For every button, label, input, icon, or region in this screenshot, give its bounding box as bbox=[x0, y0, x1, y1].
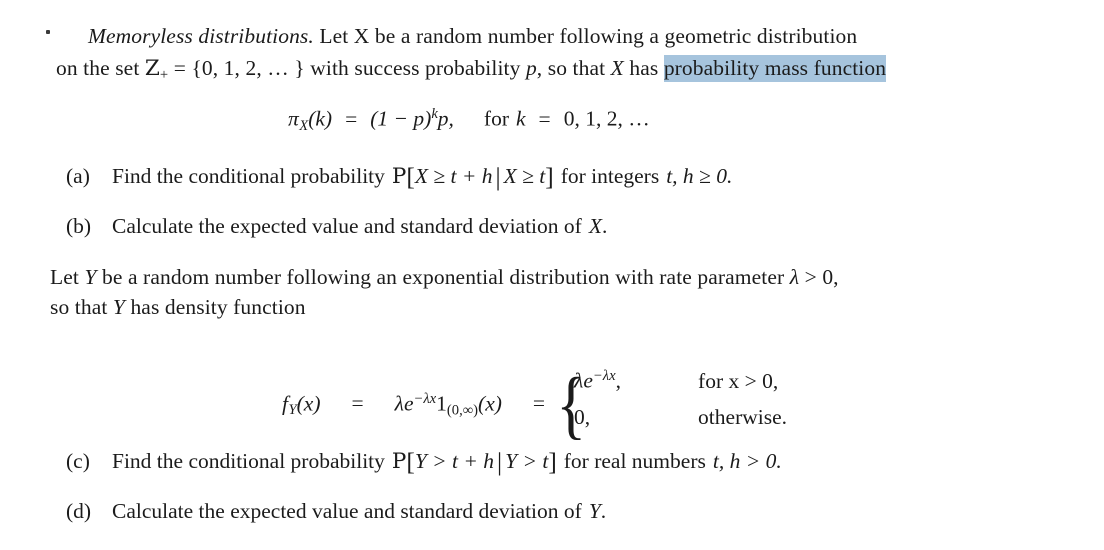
case-2-condition: otherwise. bbox=[698, 405, 788, 429]
random-variable-x: X bbox=[610, 56, 624, 80]
density-argument: (x) bbox=[296, 391, 321, 416]
item-b-body: Calculate the expected value and standar… bbox=[112, 211, 607, 241]
case-row-positive: λe−λx, for x > 0, bbox=[574, 368, 787, 405]
item-c-body: Find the conditional probability P[Y > t … bbox=[112, 446, 782, 477]
case-1-value: λe−λx, bbox=[574, 368, 660, 394]
exponential-paragraph-line1: Let Y be a random number following an ex… bbox=[50, 261, 1070, 293]
exercise-item-d: (d) Calculate the expected value and sta… bbox=[66, 496, 606, 526]
item-b-text: Calculate the expected value and standar… bbox=[112, 214, 582, 238]
pmf-condition-equals: = bbox=[538, 106, 551, 131]
indicator-subscript: (0,∞) bbox=[446, 402, 479, 419]
exercise-item-a: (a) Find the conditional probability P[X … bbox=[66, 161, 732, 192]
has-text: has bbox=[623, 56, 664, 80]
cases-block: { λe−λx, for x > 0, 0, otherwise. bbox=[556, 363, 788, 447]
exercise-item-c: (c) Find the conditional probability P[Y … bbox=[66, 446, 782, 477]
item-d-period: . bbox=[600, 499, 607, 523]
intro-line1-text: Let X be a random number following a geo… bbox=[313, 24, 858, 48]
item-d-body: Calculate the expected value and standar… bbox=[112, 496, 606, 526]
equation-pmf: πX(k) = (1 − p)kp, for k = 0, 1, 2, … bbox=[288, 106, 650, 135]
item-c-text-before: Find the conditional probability bbox=[112, 449, 385, 473]
item-b-variable: X bbox=[588, 214, 602, 238]
selected-text-highlight[interactable]: probability mass function bbox=[663, 55, 887, 82]
pmf-equals: = bbox=[345, 106, 358, 131]
item-a-event-given: X ≥ t bbox=[503, 164, 546, 188]
pmf-subscript: X bbox=[299, 117, 309, 134]
conditional-bar-c: | bbox=[497, 448, 503, 477]
set-prefix-text: on the set bbox=[56, 56, 145, 80]
exp-line2-b: has density function bbox=[124, 295, 306, 319]
item-c-event-given: Y > t bbox=[505, 449, 549, 473]
item-c-label: (c) bbox=[66, 449, 90, 473]
case-1-tail: , bbox=[615, 368, 621, 393]
exercise-item-b: (b) Calculate the expected value and sta… bbox=[66, 211, 607, 241]
item-d-text: Calculate the expected value and standar… bbox=[112, 499, 582, 523]
density-exponent: −λx bbox=[413, 390, 437, 407]
success-probability-symbol: p bbox=[525, 56, 537, 80]
pmf-condition-values: 0, 1, 2, … bbox=[563, 106, 650, 131]
rate-condition: > 0, bbox=[799, 265, 839, 289]
item-c-domain: t, h > 0. bbox=[712, 449, 782, 473]
conditional-bar-a: | bbox=[495, 163, 501, 192]
item-a-text-before: Find the conditional probability bbox=[112, 164, 385, 188]
intro-paragraph-line2: on the set Z+ = {0, 1, 2, … } with succe… bbox=[56, 52, 1066, 91]
pmf-rhs-base: (1 − p) bbox=[370, 106, 432, 131]
set-tail-text: , so that bbox=[536, 56, 611, 80]
density-equals-1: = bbox=[351, 391, 364, 416]
density-equals-2: = bbox=[532, 391, 546, 416]
item-c-event-main: Y > t + h bbox=[414, 449, 495, 473]
exp-line1-b: be a random number following an exponent… bbox=[96, 265, 790, 289]
bracket-close-c: ] bbox=[548, 448, 557, 477]
density-subscript: Y bbox=[288, 402, 297, 419]
set-value: {0, 1, 2, … } bbox=[191, 56, 305, 80]
pmf-rhs-tail: p, bbox=[437, 106, 454, 131]
pmf-argument: (k) bbox=[308, 106, 333, 131]
probability-symbol-c: P bbox=[391, 449, 407, 474]
case-1-exponent: −λx bbox=[592, 368, 616, 384]
case-row-otherwise: 0, otherwise. bbox=[574, 405, 787, 442]
item-d-variable: Y bbox=[588, 499, 601, 523]
item-a-text-after: for integers bbox=[560, 164, 660, 188]
rate-parameter-symbol: λ bbox=[789, 265, 800, 289]
runin-title: Memoryless distributions. bbox=[88, 24, 314, 48]
intro-paragraph: Memoryless distributions. Let X be a ran… bbox=[56, 20, 1066, 52]
case-1-condition: for x > 0, bbox=[698, 368, 779, 393]
exponential-paragraph-line2: so that Y has density function bbox=[50, 291, 1070, 323]
integers-symbol: Z bbox=[144, 56, 160, 81]
bracket-open-c: [ bbox=[406, 448, 415, 477]
item-a-domain: t, h ≥ 0. bbox=[666, 164, 733, 188]
set-mid-text: with success probability bbox=[304, 56, 526, 80]
margin-tick-mark bbox=[46, 30, 50, 34]
pmf-function-symbol: π bbox=[288, 106, 299, 131]
indicator-argument: (x) bbox=[478, 391, 502, 416]
item-b-period: . bbox=[601, 214, 608, 238]
item-d-label: (d) bbox=[66, 499, 92, 523]
item-b-label: (b) bbox=[66, 214, 92, 238]
bracket-close-a: ] bbox=[545, 163, 554, 192]
document-page: Memoryless distributions. Let X be a ran… bbox=[0, 0, 1104, 550]
probability-symbol-a: P bbox=[391, 164, 407, 189]
pmf-condition-for: for bbox=[483, 106, 509, 131]
random-variable-y-2: Y bbox=[112, 295, 125, 319]
case-2-value: 0, bbox=[574, 405, 591, 429]
density-lambda: λ bbox=[394, 391, 404, 416]
exp-line1-a: Let bbox=[50, 265, 85, 289]
density-e: e bbox=[403, 391, 414, 416]
exp-line2-a: so that bbox=[50, 295, 113, 319]
item-a-label: (a) bbox=[66, 164, 90, 188]
item-a-body: Find the conditional probability P[X ≥ t … bbox=[112, 161, 732, 192]
indicator-one: 1 bbox=[436, 391, 447, 416]
item-a-event-main: X ≥ t + h bbox=[414, 164, 493, 188]
bracket-open-a: [ bbox=[406, 163, 415, 192]
pmf-condition-variable: k bbox=[516, 106, 526, 131]
random-variable-y: Y bbox=[84, 265, 97, 289]
equation-density: fY(x) = λe−λx1(0,∞)(x) = { λe−λx, for x > 0… bbox=[282, 363, 788, 447]
integers-subscript: + bbox=[159, 67, 169, 84]
set-equals: = bbox=[168, 56, 192, 80]
item-c-text-after: for real numbers bbox=[563, 449, 706, 473]
